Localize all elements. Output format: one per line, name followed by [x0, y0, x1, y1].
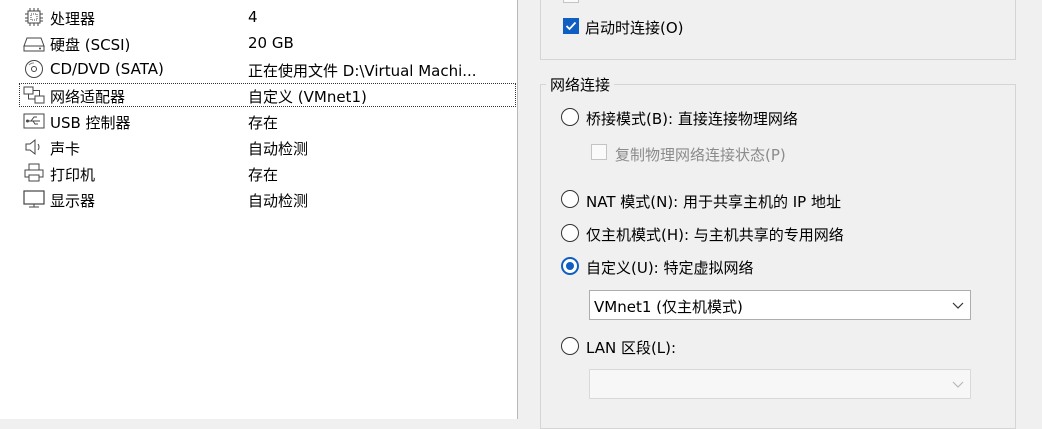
hardware-item-printer[interactable]: 打印机 存在 [0, 161, 517, 185]
hardware-item-cd-dvd[interactable]: CD/DVD (SATA) 正在使用文件 D:\Virtual Machi... [0, 57, 517, 81]
monitor-icon [23, 189, 45, 209]
bridged-label[interactable]: 桥接模式(B): 直接连接物理网络 [586, 108, 798, 129]
hardware-item-name: USB 控制器 [50, 114, 131, 132]
hardware-item-network-adapter[interactable]: 网络适配器 自定义 (VMnet1) [19, 83, 516, 107]
speaker-icon [23, 137, 45, 157]
nat-label[interactable]: NAT 模式(N): 用于共享主机的 IP 地址 [586, 191, 841, 212]
hardware-item-summary: 20 GB [248, 34, 294, 52]
hardware-item-display[interactable]: 显示器 自动检测 [0, 187, 517, 211]
hardware-item-name: 打印机 [50, 166, 96, 184]
hard-disk-icon [23, 33, 45, 53]
printer-icon [23, 163, 45, 183]
hardware-item-processor[interactable]: 处理器 4 [0, 5, 517, 29]
hardware-list: 处理器 4 硬盘 (SCSI) 20 GB CD/DVD (SATA) 正在使用… [0, 0, 518, 419]
chevron-down-icon [952, 302, 964, 309]
custom-label[interactable]: 自定义(U): 特定虚拟网络 [586, 257, 754, 278]
lan-segment-select[interactable] [589, 369, 971, 399]
replicate-state-checkbox[interactable] [591, 144, 607, 160]
cd-dvd-icon [23, 59, 45, 79]
network-adapter-icon [23, 85, 45, 105]
hardware-item-name: 硬盘 (SCSI) [50, 36, 131, 54]
hardware-item-sound-card[interactable]: 声卡 自动检测 [0, 135, 517, 159]
hardware-item-name: 声卡 [50, 140, 81, 158]
hardware-item-name: 网络适配器 [50, 88, 126, 106]
connected-checkbox-clipped[interactable] [563, 0, 579, 3]
hardware-item-hard-disk[interactable]: 硬盘 (SCSI) 20 GB [0, 31, 517, 55]
hardware-item-usb[interactable]: USB 控制器 存在 [0, 109, 517, 133]
hardware-item-summary: 存在 [248, 114, 279, 132]
replicate-state-label[interactable]: 复制物理网络连接状态(P) [615, 144, 786, 165]
checkmark-icon [565, 21, 577, 31]
chevron-down-icon [952, 381, 964, 388]
network-connection-group-title: 网络连接 [546, 74, 615, 95]
connect-at-power-on-label[interactable]: 启动时连接(O) [585, 17, 684, 38]
hardware-item-summary: 自动检测 [248, 192, 309, 210]
usb-icon [23, 111, 45, 131]
custom-network-select[interactable]: VMnet1 (仅主机模式) [589, 290, 971, 320]
nat-radio[interactable] [561, 190, 579, 208]
bridged-radio[interactable] [561, 108, 579, 126]
hardware-item-summary: 自动检测 [248, 140, 309, 158]
hardware-item-summary: 正在使用文件 D:\Virtual Machi... [248, 62, 477, 80]
custom-network-value: VMnet1 (仅主机模式) [594, 298, 743, 316]
custom-radio[interactable] [561, 257, 579, 275]
host-only-radio[interactable] [561, 224, 579, 242]
cpu-icon [23, 7, 45, 27]
hardware-item-name: CD/DVD (SATA) [50, 60, 164, 78]
hardware-item-name: 显示器 [50, 192, 96, 210]
host-only-label[interactable]: 仅主机模式(H): 与主机共享的专用网络 [586, 224, 844, 245]
hardware-item-summary: 存在 [248, 166, 279, 184]
hardware-item-name: 处理器 [50, 10, 96, 28]
connect-at-power-on-checkbox[interactable] [563, 18, 579, 34]
hardware-item-summary: 自定义 (VMnet1) [248, 88, 367, 106]
lan-segment-radio[interactable] [561, 337, 579, 355]
lan-segment-label[interactable]: LAN 区段(L): [586, 337, 676, 358]
hardware-item-summary: 4 [248, 8, 258, 26]
